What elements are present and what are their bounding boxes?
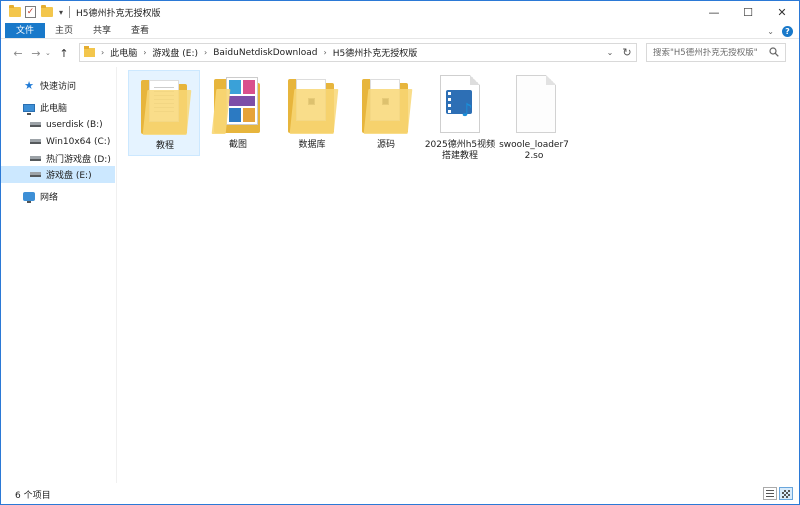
refresh-icon[interactable]: ↻ [620, 46, 634, 59]
tab-share[interactable]: 共享 [83, 23, 121, 38]
close-button[interactable]: ✕ [765, 1, 799, 23]
computer-icon [23, 102, 35, 115]
breadcrumb-separator-icon[interactable]: › [101, 48, 104, 57]
breadcrumb-separator-icon[interactable]: › [143, 48, 146, 57]
expand-ribbon-chevron-icon[interactable]: ⌄ [767, 27, 774, 36]
windows-drive-icon [29, 136, 41, 147]
nav-network[interactable]: 网络 [23, 188, 58, 205]
drive-icon [29, 169, 41, 180]
up-arrow-icon[interactable]: ↑ [55, 44, 73, 62]
file-name: 2025德州h5视频搭建教程 [424, 140, 496, 161]
nav-drive-d[interactable]: 热门游戏盘 (D:) [29, 150, 111, 167]
nav-drive-e[interactable]: 游戏盘 (E:) [1, 166, 115, 183]
maximize-button[interactable]: ☐ [731, 1, 765, 23]
file-item-folder-screenshots[interactable]: 截图 [202, 70, 274, 156]
quick-access-toolbar: ✓ ▾ [1, 5, 63, 18]
nav-quick-access[interactable]: ★ 快速访问 [23, 77, 76, 94]
folder-icon [84, 46, 95, 57]
file-list: 教程 截图 数据库 源码 ♪ 2025德州h5视频搭建教程 swoole_loa… [118, 67, 799, 483]
nav-item-label: 游戏盘 (E:) [46, 171, 92, 181]
minimize-button[interactable]: — [697, 1, 731, 23]
new-folder-icon[interactable] [41, 5, 54, 18]
file-name: 教程 [155, 141, 174, 151]
properties-check-icon[interactable]: ✓ [25, 6, 38, 18]
file-name: 源码 [376, 140, 395, 150]
search-icon[interactable] [769, 47, 779, 57]
details-view-button[interactable] [763, 487, 777, 500]
view-switcher [763, 487, 793, 500]
file-name: 截图 [228, 140, 247, 150]
breadcrumb-baidunetdisk[interactable]: BaiduNetdiskDownload [213, 48, 317, 58]
folder-icon [9, 5, 22, 18]
video-file-icon: ♪ [434, 75, 486, 135]
window-title: H5德州扑克无授权版 [76, 8, 161, 19]
nav-item-label: 网络 [40, 193, 59, 203]
breadcrumb-drive-e[interactable]: 游戏盘 (E:) [152, 46, 198, 59]
generic-file-icon [508, 75, 560, 135]
drive-icon [29, 153, 41, 164]
tab-file[interactable]: 文件 [5, 23, 45, 38]
search-input[interactable] [653, 47, 763, 58]
ribbon-right-controls: ⌄ ? [767, 23, 793, 39]
nav-drive-b[interactable]: userdisk (B:) [29, 116, 103, 133]
back-arrow-icon[interactable]: ← [9, 44, 27, 62]
breadcrumb-separator-icon[interactable]: › [204, 48, 207, 57]
address-bar-controls: ⌄ ↻ [604, 44, 634, 61]
folder-icon [286, 75, 339, 135]
details-view-icon [766, 490, 774, 497]
file-item-folder-source[interactable]: 源码 [350, 70, 422, 156]
drive-icon [29, 119, 41, 130]
forward-arrow-icon[interactable]: → [27, 44, 45, 62]
breadcrumb-current-folder[interactable]: H5德州扑克无授权版 [333, 46, 418, 59]
customize-toolbar-chevron-icon[interactable]: ▾ [59, 8, 63, 17]
large-icons-view-icon [782, 489, 790, 498]
pictures-folder-icon [211, 75, 264, 135]
address-bar[interactable]: › 此电脑 › 游戏盘 (E:) › BaiduNetdiskDownload … [79, 43, 637, 62]
title-divider [69, 6, 71, 18]
nav-drive-c[interactable]: Win10x64 (C:) [29, 133, 110, 150]
search-box[interactable] [646, 43, 786, 62]
file-name: swoole_loader72.so [499, 140, 569, 161]
breadcrumb-this-pc[interactable]: 此电脑 [110, 46, 137, 59]
help-icon[interactable]: ? [782, 25, 793, 37]
file-item-folder-tutorial[interactable]: 教程 [128, 70, 200, 156]
window-controls: — ☐ ✕ [697, 1, 799, 23]
explorer-window: ✓ ▾ H5德州扑克无授权版 — ☐ ✕ 文件 主页 共享 查看 ⌄ ? ← →… [0, 0, 800, 505]
nav-this-pc[interactable]: 此电脑 [23, 99, 67, 116]
file-name: 数据库 [298, 140, 326, 150]
breadcrumb-separator-icon[interactable]: › [324, 48, 327, 57]
folder-icon [360, 75, 413, 135]
ribbon-tabs: 文件 主页 共享 查看 ⌄ ? [1, 23, 799, 39]
address-row: ← → ⌄ ↑ › 此电脑 › 游戏盘 (E:) › BaiduNetdiskD… [1, 41, 799, 65]
file-item-folder-database[interactable]: 数据库 [276, 70, 348, 156]
title-bar: ✓ ▾ H5德州扑克无授权版 — ☐ ✕ [1, 1, 799, 23]
nav-item-label: 快速访问 [40, 82, 77, 92]
file-item-so[interactable]: swoole_loader72.so [498, 70, 570, 161]
recent-locations-chevron-icon[interactable]: ⌄ [45, 49, 55, 57]
nav-item-label: userdisk (B:) [46, 119, 103, 130]
file-item-video[interactable]: ♪ 2025德州h5视频搭建教程 [424, 70, 496, 161]
item-count: 6 个项目 [15, 490, 51, 501]
tab-view[interactable]: 查看 [121, 23, 159, 38]
status-bar: 6 个项目 [1, 484, 799, 504]
address-history-chevron-icon[interactable]: ⌄ [604, 48, 616, 57]
documents-folder-icon [139, 76, 192, 136]
large-icons-view-button[interactable] [779, 487, 793, 500]
nav-item-label: 热门游戏盘 (D:) [46, 155, 111, 165]
tab-home[interactable]: 主页 [45, 23, 83, 38]
navigation-pane: ★ 快速访问 此电脑 userdisk (B:) Win10x64 (C:) 热… [1, 67, 117, 483]
network-icon [23, 191, 35, 203]
nav-item-label: Win10x64 (C:) [46, 136, 111, 147]
nav-item-label: 此电脑 [40, 104, 68, 114]
star-icon: ★ [24, 79, 34, 92]
